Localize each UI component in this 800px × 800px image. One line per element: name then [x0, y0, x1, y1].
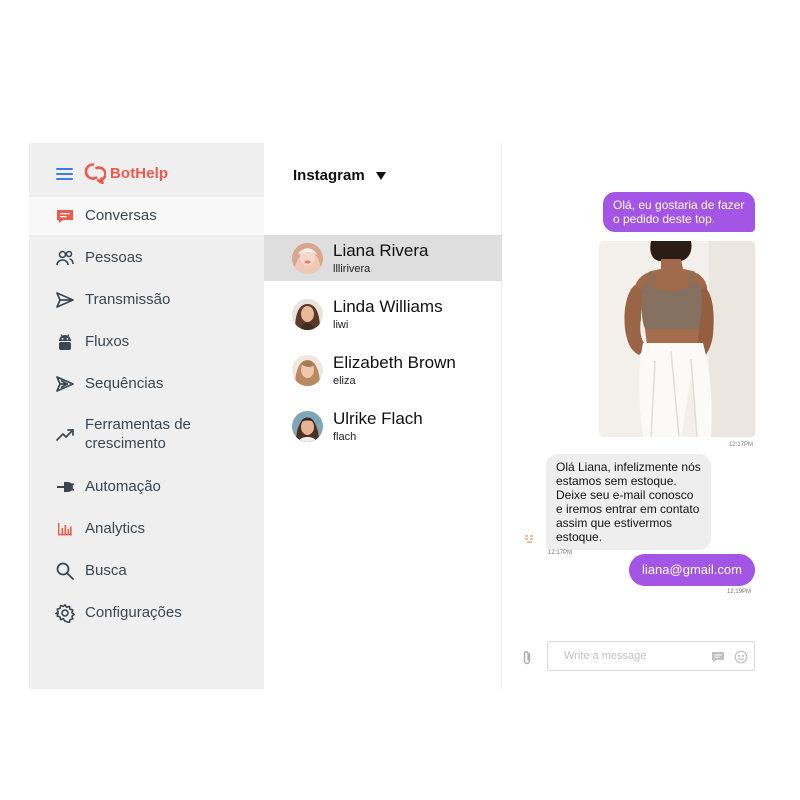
gear-icon — [55, 603, 75, 623]
sidebar-item-fluxos[interactable]: Fluxos — [29, 323, 264, 361]
bothelp-logo-icon — [84, 162, 107, 185]
sidebar-item-sequencias[interactable]: Sequências — [29, 365, 264, 403]
message-timestamp: 12:17PM — [729, 442, 754, 448]
plug-icon — [55, 477, 75, 497]
channel-dropdown[interactable]: Instagram — [293, 167, 386, 184]
bar-chart-icon — [55, 519, 75, 539]
sidebar-item-label: Transmissão — [85, 291, 171, 308]
chat-pane: Olá, eu gostaria de fazer o pedido deste… — [502, 143, 755, 689]
sidebar-item-label: Configurações — [85, 604, 182, 621]
brand-name: BotHelp — [110, 165, 169, 182]
message-incoming: Olá Liana, infelizmente nós estamos sem … — [546, 454, 711, 550]
sidebar-item-analytics[interactable]: Analytics — [29, 510, 264, 548]
paperclip-icon[interactable] — [521, 650, 533, 666]
contact-row[interactable]: Elizabeth Brown eliza — [264, 347, 502, 393]
trend-up-icon — [55, 425, 75, 445]
sidebar-item-configuracoes[interactable]: Configurações — [29, 594, 264, 632]
brand-header: BotHelp — [29, 143, 264, 197]
send-icon — [55, 290, 75, 310]
bot-logo-icon — [524, 531, 535, 543]
sequence-icon — [55, 374, 75, 394]
sidebar-item-label: Analytics — [85, 520, 146, 537]
contact-handle: liwi — [333, 319, 349, 331]
contact-handle: flach — [333, 431, 357, 443]
sidebar-item-automacao[interactable]: Automação — [29, 468, 264, 506]
contact-handle: lllirivera — [333, 263, 371, 275]
search-icon — [55, 561, 75, 581]
sidebar-item-label: Busca — [85, 562, 127, 579]
bothelp-app: BotHelp Conversas Pessoas Transmissão Fl — [29, 143, 755, 689]
avatar — [292, 355, 323, 386]
people-icon — [55, 248, 75, 268]
sidebar-item-busca[interactable]: Busca — [29, 552, 264, 590]
message-image[interactable] — [599, 241, 755, 437]
sidebar-item-label: Conversas — [85, 207, 157, 224]
avatar — [292, 411, 323, 442]
contact-row[interactable]: Ulrike Flach flach — [264, 403, 502, 449]
woman-in-brown-crop-top-photo — [599, 241, 755, 437]
sidebar-item-ferramentas[interactable]: Ferramentas de crescimento — [29, 415, 264, 453]
conversation-list: Instagram Liana Rivera lllirivera Linda … — [264, 143, 502, 689]
avatar — [292, 299, 323, 330]
contact-row[interactable]: Linda Williams liwi — [264, 291, 502, 337]
sidebar-item-label: Sequências — [85, 375, 164, 392]
channel-label: Instagram — [293, 167, 365, 184]
contact-name: Liana Rivera — [333, 241, 429, 260]
contact-name: Ulrike Flach — [333, 409, 423, 428]
message-outgoing: Olá, eu gostaria de fazer o pedido deste… — [603, 192, 755, 232]
chat-bubble-icon — [55, 206, 75, 226]
sidebar-item-conversas[interactable]: Conversas — [29, 197, 264, 235]
message-composer — [547, 641, 755, 671]
sidebar: BotHelp Conversas Pessoas Transmissão Fl — [29, 143, 264, 689]
message-timestamp: 12:17PM — [548, 550, 573, 556]
contact-handle: eliza — [333, 375, 356, 387]
contact-name: Elizabeth Brown — [333, 353, 456, 372]
android-robot-icon — [55, 332, 75, 352]
contact-name: Linda Williams — [333, 297, 443, 316]
menu-icon[interactable] — [56, 168, 73, 180]
sidebar-item-label: Fluxos — [85, 333, 130, 350]
contact-row[interactable]: Liana Rivera lllirivera — [264, 235, 502, 281]
message-timestamp: 12:19PM — [727, 589, 752, 595]
sidebar-item-label: Pessoas — [85, 249, 143, 266]
template-icon[interactable] — [711, 650, 725, 664]
message-outgoing: liana@gmail.com — [629, 554, 755, 586]
message-input[interactable] — [548, 642, 698, 670]
sidebar-item-label: Automação — [85, 478, 161, 495]
avatar — [292, 243, 323, 274]
sidebar-item-transmissao[interactable]: Transmissão — [29, 281, 264, 319]
sidebar-item-pessoas[interactable]: Pessoas — [29, 239, 264, 277]
sidebar-item-label: Ferramentas de crescimento — [85, 416, 191, 452]
emoji-icon[interactable] — [734, 650, 748, 664]
caret-down-icon — [375, 171, 386, 180]
